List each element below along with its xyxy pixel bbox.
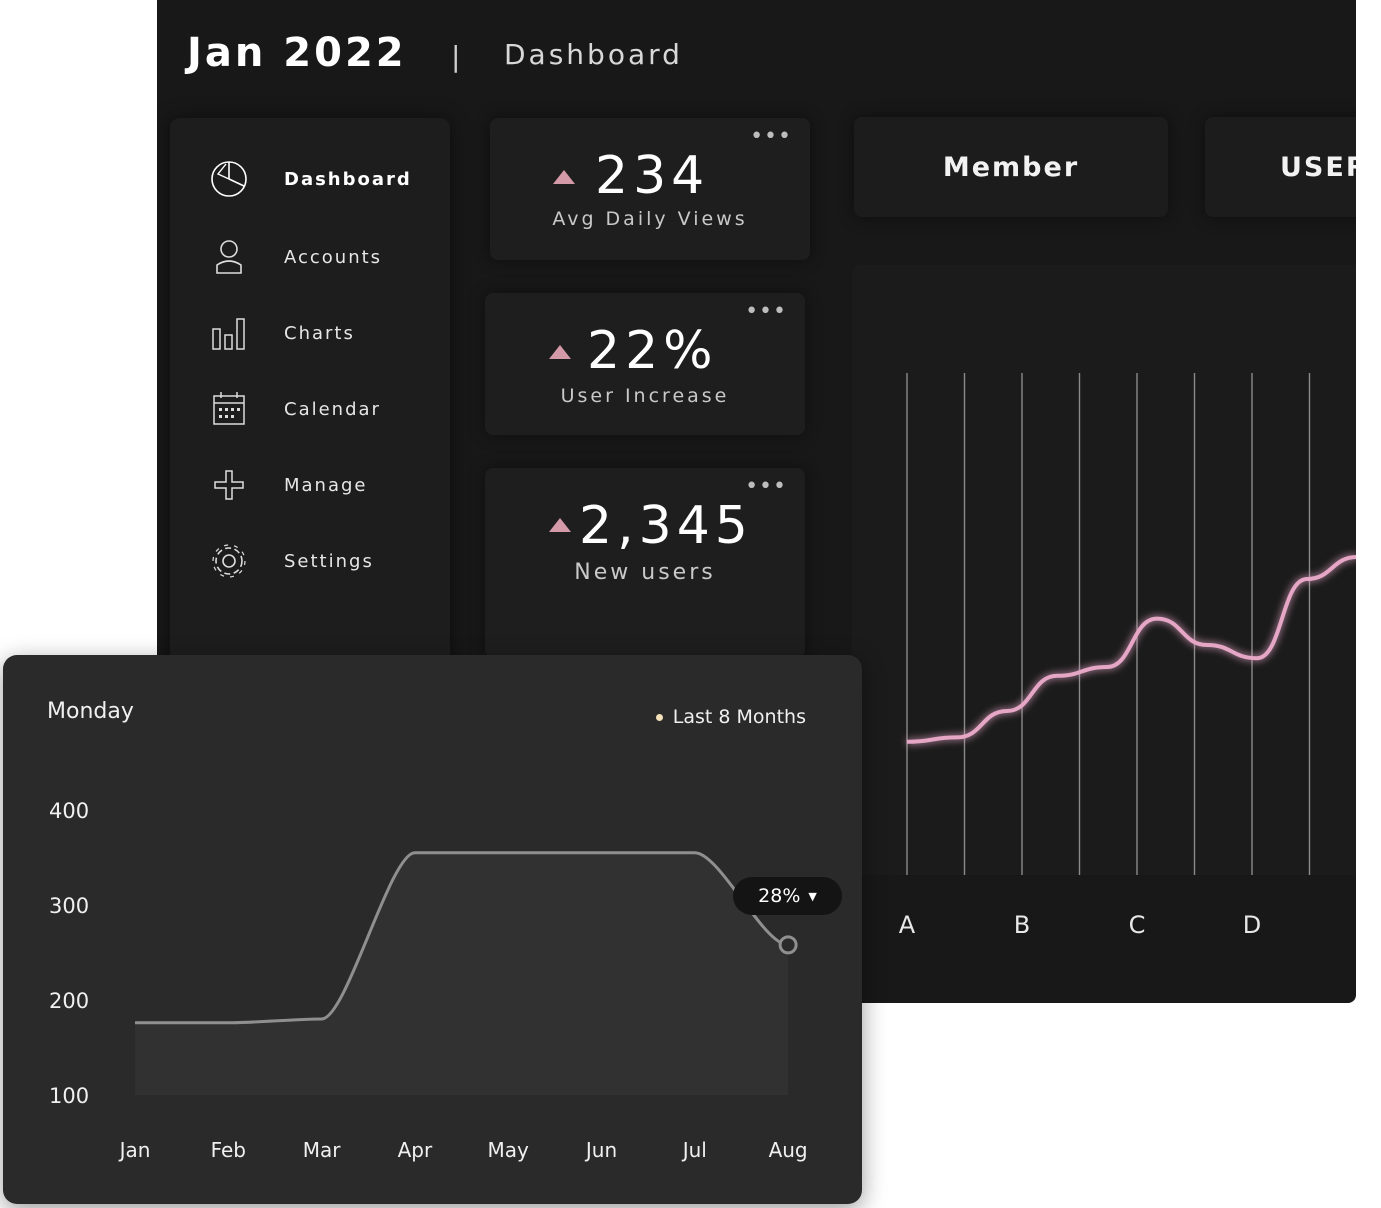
data-point-marker[interactable]	[778, 935, 798, 955]
series-area	[135, 852, 789, 1095]
y-axis-tick-label: 300	[49, 894, 89, 918]
x-axis-tick-label: A	[899, 911, 916, 939]
x-axis-tick-label: C	[1129, 911, 1146, 939]
plus-icon	[206, 462, 252, 508]
user-button[interactable]: USER	[1205, 117, 1356, 217]
y-axis-tick-label: 200	[49, 989, 89, 1013]
percentage-value: 28%	[758, 885, 801, 907]
sidebar-item-accounts[interactable]: Accounts	[206, 232, 446, 282]
stat-card-new-users: ••• 2,345 New users	[485, 468, 805, 658]
x-axis-tick-label: Jun	[584, 1138, 617, 1162]
stat-value: 22%	[587, 321, 718, 381]
x-axis-tick-label: Feb	[211, 1138, 246, 1162]
pie-chart-icon	[206, 156, 252, 202]
sidebar-item-label: Manage	[284, 474, 368, 496]
header-date-title: Jan 2022	[187, 30, 407, 76]
y-axis-tick-label: 400	[49, 799, 89, 823]
monthly-line-chart-card: Monday Last 8 Months 400 300 200 100 Jan Feb M…	[3, 655, 862, 1204]
calendar-icon	[206, 386, 252, 432]
sidebar-item-label: Settings	[284, 550, 374, 572]
stat-card-user-increase: ••• 22% User Increase	[485, 293, 805, 435]
sidebar-item-dashboard[interactable]: Dashboard	[206, 154, 446, 204]
y-axis-tick-label: 100	[49, 1084, 89, 1108]
trend-up-icon	[549, 518, 571, 532]
stat-label: New users	[574, 560, 716, 585]
stat-card-daily-views: ••• 234 Avg Daily Views	[490, 118, 810, 260]
sidebar-item-calendar[interactable]: Calendar	[206, 384, 446, 434]
stat-label: Avg Daily Views	[552, 208, 748, 230]
sidebar-item-label: Calendar	[284, 398, 381, 420]
x-axis-tick-label: Apr	[398, 1138, 433, 1162]
sidebar-item-settings[interactable]: Settings	[206, 536, 446, 586]
trend-up-icon	[553, 170, 575, 184]
x-axis-tick-label: D	[1243, 911, 1261, 939]
x-axis-tick-label: B	[1014, 911, 1030, 939]
stat-label: User Increase	[560, 385, 730, 407]
sidebar-item-charts[interactable]: Charts	[206, 308, 446, 358]
sidebar-item-label: Dashboard	[284, 168, 412, 190]
trend-up-icon	[549, 345, 571, 359]
header-page-title: Dashboard	[504, 38, 683, 71]
user-icon	[206, 234, 252, 280]
x-axis-tick-label: Jan	[118, 1138, 151, 1162]
member-button[interactable]: Member	[854, 117, 1168, 217]
sidebar: Dashboard Accounts Charts Calendar Manag…	[170, 118, 450, 678]
series-line	[906, 555, 1356, 744]
stat-value: 234	[595, 146, 710, 206]
header-separator: |	[451, 40, 461, 73]
x-axis-tick-label: Jul	[681, 1138, 707, 1162]
bar-chart-icon	[206, 310, 252, 356]
x-axis-tick-label: Aug	[769, 1138, 808, 1162]
more-options-icon[interactable]: •••	[750, 124, 792, 149]
gear-icon	[206, 538, 252, 584]
stat-value: 2,345	[579, 496, 753, 556]
x-axis-tick-label: May	[488, 1138, 530, 1162]
caret-down-icon: ▼	[808, 889, 817, 903]
sidebar-item-label: Charts	[284, 322, 355, 344]
user-trend-chart-svg: A B C D	[899, 373, 1356, 939]
sidebar-item-label: Accounts	[284, 246, 383, 268]
percentage-dropdown[interactable]: 28% ▼	[733, 877, 842, 915]
monthly-line-chart-svg: 400 300 200 100 Jan Feb Mar Apr May Jun Jul Aug	[49, 799, 808, 1162]
user-trend-chart: A B C D	[852, 265, 1356, 939]
x-axis-tick-label: Mar	[303, 1138, 342, 1162]
more-options-icon[interactable]: •••	[745, 299, 787, 324]
sidebar-item-manage[interactable]: Manage	[206, 460, 446, 510]
